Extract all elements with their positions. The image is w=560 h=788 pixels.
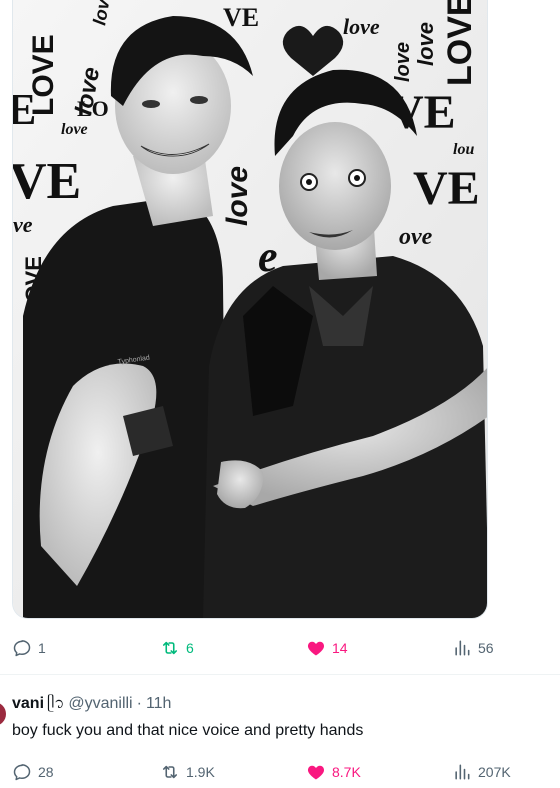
svg-text:LOVE: LOVE bbox=[27, 34, 60, 116]
svg-text:love: love bbox=[413, 22, 438, 66]
reply-views-button[interactable]: 207K bbox=[452, 756, 511, 788]
svg-text:VE: VE bbox=[13, 153, 81, 210]
reply-action-bar: 28 1.9K 8.7K 207K bbox=[0, 756, 560, 788]
tweet-action-bar: 1 6 14 56 bbox=[0, 632, 560, 664]
reply-like-button[interactable]: 8.7K bbox=[306, 756, 361, 788]
retweet-count: 6 bbox=[186, 640, 194, 656]
photo-illustration: love VE E VE ve love LO VE lou VE ove e … bbox=[13, 0, 487, 618]
svg-text:ve: ve bbox=[13, 212, 33, 237]
views-bar-chart-icon bbox=[455, 764, 470, 780]
reply-icon bbox=[13, 640, 31, 657]
reply-like-count: 8.7K bbox=[332, 764, 361, 780]
reply-icon bbox=[13, 764, 31, 781]
svg-text:love: love bbox=[392, 42, 414, 82]
reply-name-emoji: ᥫ᭡ bbox=[47, 695, 65, 712]
heart-filled-icon bbox=[307, 641, 325, 656]
reply-timestamp[interactable]: 11h bbox=[146, 694, 172, 714]
svg-text:love: love bbox=[61, 121, 88, 138]
svg-text:LOVE: LOVE bbox=[441, 0, 479, 86]
reply-retweet-button[interactable]: 1.9K bbox=[160, 756, 215, 788]
retweet-icon bbox=[162, 641, 178, 655]
views-button[interactable]: 56 bbox=[452, 632, 494, 664]
reply-header: vani ᥫ᭡ @yvanilli · 11h bbox=[12, 694, 171, 714]
svg-text:VE: VE bbox=[413, 162, 480, 215]
like-button[interactable]: 14 bbox=[306, 632, 348, 664]
svg-text:lou: lou bbox=[453, 141, 474, 158]
reply-retweet-count: 1.9K bbox=[186, 764, 215, 780]
reply-avatar[interactable] bbox=[0, 702, 6, 726]
reply-reply-button[interactable]: 28 bbox=[12, 756, 54, 788]
retweet-button[interactable]: 6 bbox=[160, 632, 194, 664]
views-bar-chart-icon bbox=[455, 640, 470, 656]
reply-count: 1 bbox=[38, 640, 46, 656]
like-count: 14 bbox=[332, 640, 348, 656]
retweet-icon bbox=[162, 765, 178, 779]
svg-text:love: love bbox=[221, 166, 254, 226]
svg-text:love: love bbox=[343, 14, 380, 39]
reply-views-count: 207K bbox=[478, 764, 511, 780]
reply-button[interactable]: 1 bbox=[12, 632, 46, 664]
reply-handle[interactable]: @yvanilli bbox=[68, 694, 132, 714]
svg-text:VE: VE bbox=[223, 3, 259, 32]
views-count: 56 bbox=[478, 640, 494, 656]
reply-separator: · bbox=[136, 695, 142, 712]
heart-filled-icon bbox=[307, 765, 325, 780]
svg-text:ove: ove bbox=[399, 224, 433, 250]
reply-display-name[interactable]: vani bbox=[12, 694, 44, 714]
divider bbox=[0, 674, 560, 675]
reply-reply-count: 28 bbox=[38, 764, 54, 780]
tweet-photo[interactable]: love VE E VE ve love LO VE lou VE ove e … bbox=[12, 0, 488, 619]
reply-text: boy fuck you and that nice voice and pre… bbox=[12, 722, 364, 739]
